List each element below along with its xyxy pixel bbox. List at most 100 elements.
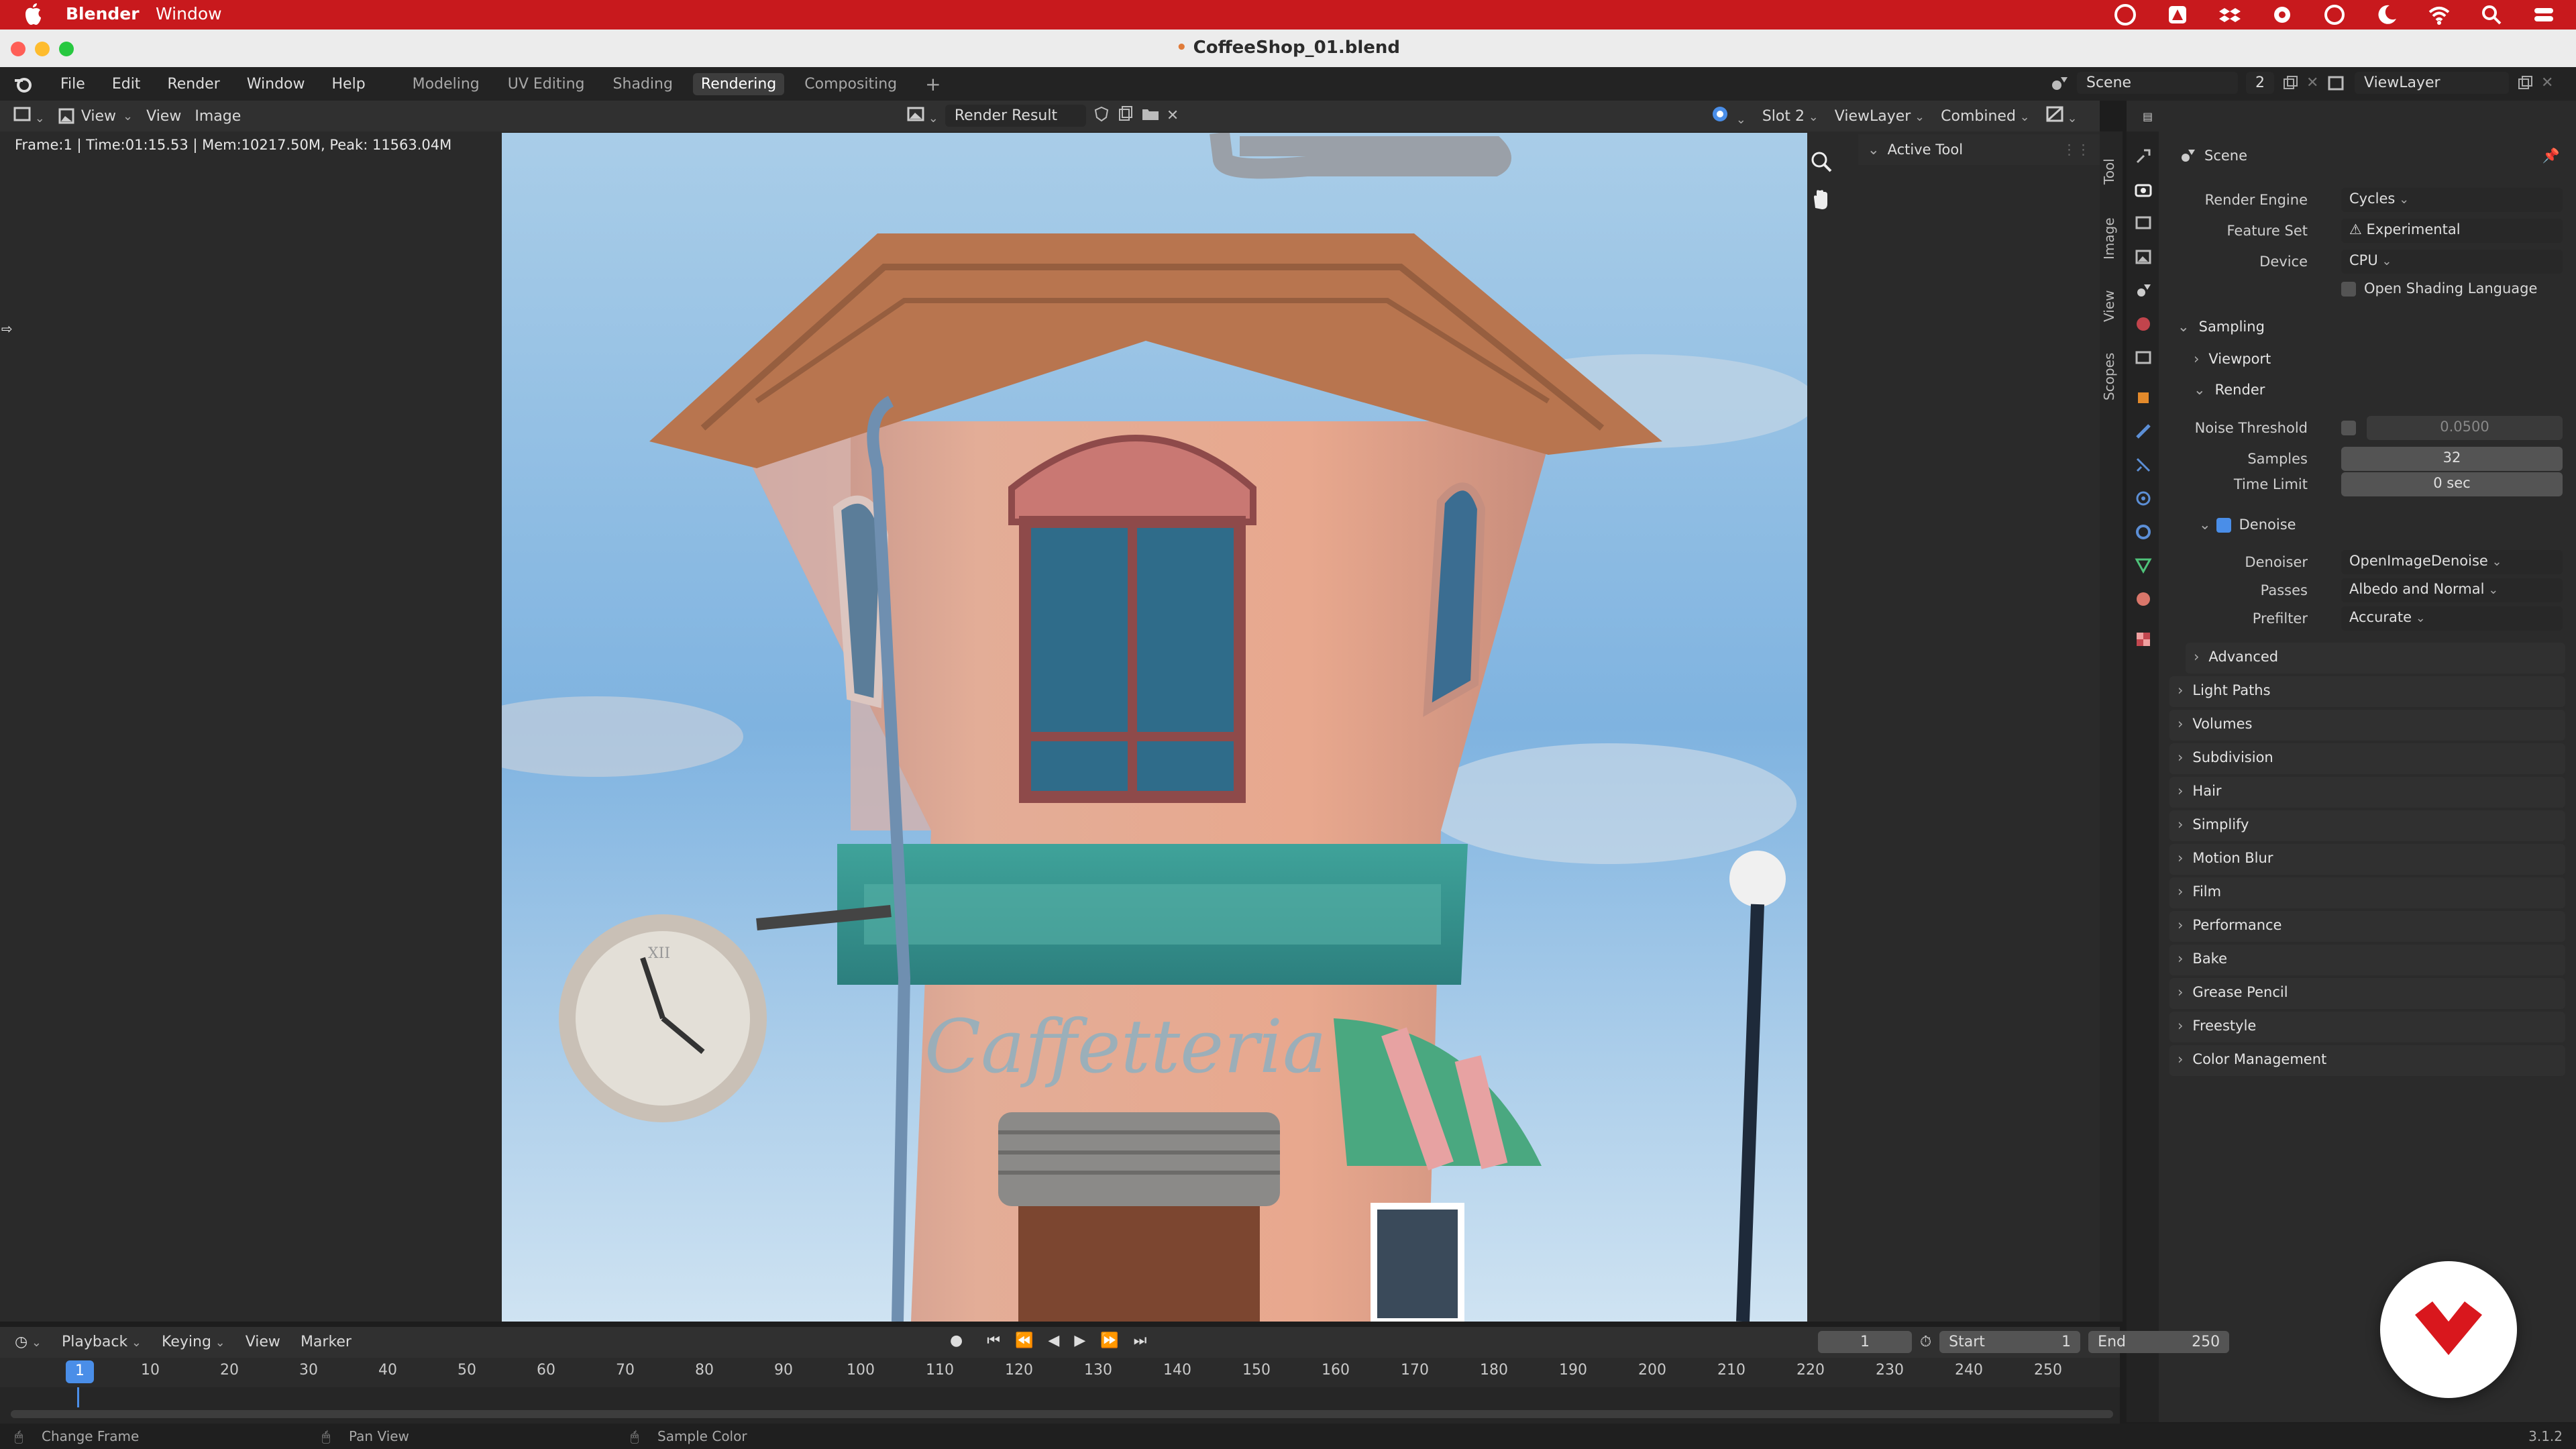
panel-performance[interactable]: Performance (2169, 911, 2565, 942)
blender-logo-icon[interactable] (13, 74, 34, 94)
view-layer-icon[interactable] (2326, 73, 2347, 93)
display-channels-icon[interactable] (2046, 106, 2078, 126)
timeline-editor-type-icon[interactable]: ◷ (15, 1334, 42, 1350)
modifier-tab-icon[interactable] (2135, 423, 2152, 440)
drag-handle-icon[interactable]: ⋮⋮ (2062, 142, 2090, 158)
unlink-image-icon[interactable]: ✕ (1167, 107, 1179, 124)
view-mode-dropdown[interactable]: View (58, 108, 133, 125)
image-name-field[interactable]: Render Result (945, 105, 1086, 127)
alert-icon[interactable] (2165, 3, 2190, 27)
panel-freestyle[interactable]: Freestyle (2169, 1012, 2565, 1042)
render-subpanel[interactable]: Render (2186, 376, 2565, 407)
collection-tab-icon[interactable] (2135, 349, 2152, 366)
menu-keying[interactable]: Keying (162, 1334, 225, 1350)
menu-view[interactable]: View (146, 108, 181, 125)
panel-color-management[interactable]: Color Management (2169, 1045, 2565, 1076)
apple-icon[interactable] (24, 3, 42, 25)
prev-keyframe-icon[interactable]: ⏪ (1015, 1332, 1033, 1349)
hand-pan-icon[interactable] (1810, 188, 1833, 211)
browse-image-icon[interactable] (907, 106, 938, 126)
tab-tool[interactable]: Tool (2101, 145, 2121, 199)
gear-icon[interactable] (2270, 3, 2294, 27)
denoise-toggle[interactable]: ⌄ Denoise (2199, 517, 2296, 533)
open-image-icon[interactable] (1141, 105, 1160, 127)
output-tab-icon[interactable] (2135, 215, 2152, 232)
tab-rendering[interactable]: Rendering (692, 72, 785, 95)
world-tab-icon[interactable] (2135, 315, 2152, 333)
menu-edit[interactable]: Edit (112, 76, 141, 93)
app-name[interactable]: Blender (66, 4, 140, 23)
screen-share-icon[interactable] (2322, 3, 2347, 27)
panel-simplify[interactable]: Simplify (2169, 810, 2565, 841)
scene-users-count[interactable]: 2 (2246, 72, 2274, 94)
menu-help[interactable]: Help (332, 76, 366, 93)
timeline-body[interactable] (0, 1387, 2120, 1424)
render-pass-dropdown[interactable]: Combined (1941, 108, 2030, 125)
render-tab-icon[interactable] (2135, 181, 2152, 199)
timeline-ruler[interactable]: 1 10 20 30 40 50 60 70 80 90 100 110 120… (0, 1358, 2120, 1387)
sample-tool-icon[interactable] (1711, 105, 1746, 127)
area-resize-arrow-icon[interactable]: ⇨ (1, 321, 13, 337)
menu-marker[interactable]: Marker (301, 1334, 352, 1350)
panel-light-paths[interactable]: Light Paths (2169, 676, 2565, 707)
search-icon[interactable] (2479, 3, 2504, 27)
physics-tab-icon[interactable] (2135, 490, 2152, 507)
menu-file[interactable]: File (60, 76, 85, 93)
tool-tab-icon[interactable] (2135, 148, 2152, 165)
denoiser-dropdown[interactable]: OpenImageDenoise (2341, 550, 2563, 574)
data-tab-icon[interactable] (2135, 557, 2152, 574)
render-engine-dropdown[interactable]: Cycles (2341, 188, 2563, 212)
panel-subdivision[interactable]: Subdivision (2169, 743, 2565, 774)
dropbox-icon[interactable] (2218, 3, 2242, 27)
render-result-image[interactable]: Caffetteria XII (502, 133, 1807, 1322)
noise-threshold-checkbox[interactable] (2341, 421, 2356, 435)
menu-playback[interactable]: Playback (62, 1334, 142, 1350)
texture-tab-icon[interactable] (2135, 631, 2152, 648)
advanced-subpanel[interactable]: Advanced (2186, 643, 2565, 674)
tab-compositing[interactable]: Compositing (804, 76, 897, 93)
view-layer-name-field[interactable]: ViewLayer (2355, 72, 2509, 94)
menu-window[interactable]: Window (156, 4, 222, 23)
add-workspace-button[interactable]: + (925, 73, 941, 95)
play-icon[interactable]: ▶ (1074, 1332, 1085, 1349)
scene-name-field[interactable]: Scene (2077, 72, 2238, 94)
device-dropdown[interactable]: CPU (2341, 250, 2563, 274)
clock-icon[interactable]: ⏱ (1920, 1334, 1931, 1350)
menu-window[interactable]: Window (247, 76, 305, 93)
jump-end-icon[interactable]: ⏭ (1134, 1332, 1147, 1349)
tab-scopes[interactable]: Scopes (2101, 339, 2121, 413)
viewport-subpanel[interactable]: Viewport (2186, 345, 2565, 376)
panel-grease-pencil[interactable]: Grease Pencil (2169, 978, 2565, 1009)
active-tool-panel[interactable]: ⌄ Active Tool ⋮⋮ (1858, 134, 2100, 165)
material-tab-icon[interactable] (2135, 590, 2152, 608)
object-tab-icon[interactable] (2135, 389, 2152, 407)
view-layer-dropdown[interactable]: ViewLayer (1835, 108, 1925, 125)
osl-checkbox[interactable]: Open Shading Language (2341, 280, 2537, 297)
moon-icon[interactable] (2375, 3, 2399, 27)
current-frame-field[interactable]: 1 (1818, 1331, 1912, 1353)
tab-modeling[interactable]: Modeling (413, 76, 480, 93)
constraints-tab-icon[interactable] (2135, 523, 2152, 541)
jump-start-icon[interactable]: ⏮ (987, 1332, 1000, 1349)
timeline-scrollbar[interactable] (11, 1410, 2113, 1418)
panel-bake[interactable]: Bake (2169, 945, 2565, 975)
samples-field[interactable]: 32 (2341, 447, 2563, 471)
playhead-indicator[interactable]: 1 (66, 1360, 94, 1383)
panel-volumes[interactable]: Volumes (2169, 710, 2565, 741)
next-keyframe-icon[interactable]: ⏩ (1100, 1332, 1118, 1349)
fake-user-icon[interactable] (1093, 105, 1110, 127)
view-layer-tab-icon[interactable] (2135, 248, 2152, 266)
slot-dropdown[interactable]: Slot 2 (1762, 108, 1819, 125)
tab-uv-editing[interactable]: UV Editing (508, 76, 585, 93)
new-image-icon[interactable] (1117, 105, 1134, 127)
feature-set-dropdown[interactable]: ⚠ Experimental (2341, 219, 2563, 243)
sampling-panel[interactable]: Sampling (2169, 313, 2565, 343)
end-frame-field[interactable]: End 250 (2088, 1331, 2230, 1353)
tab-shading[interactable]: Shading (613, 76, 673, 93)
prefilter-dropdown[interactable]: Accurate (2341, 606, 2563, 631)
duplicate-scene-icon[interactable] (2282, 75, 2298, 91)
menu-view[interactable]: View (246, 1334, 280, 1350)
time-limit-field[interactable]: 0 sec (2341, 472, 2563, 496)
play-reverse-icon[interactable]: ◀ (1048, 1332, 1059, 1349)
tab-view[interactable]: View (2101, 279, 2121, 333)
